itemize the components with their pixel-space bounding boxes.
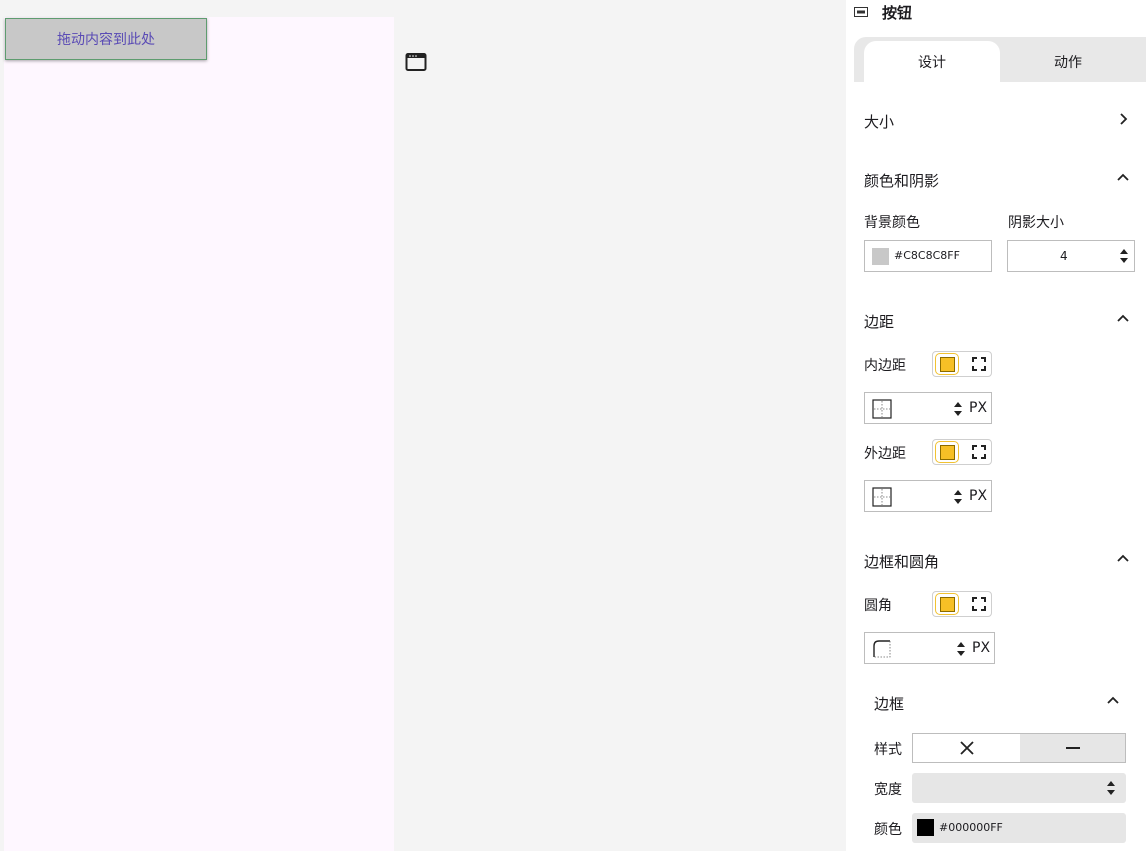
margin-unit: PX — [969, 488, 988, 504]
border-solid-option[interactable] — [1020, 734, 1126, 762]
radius-unit: PX — [972, 640, 991, 656]
stepper-icon[interactable] — [953, 487, 963, 507]
padding-input[interactable]: PX — [864, 392, 992, 424]
section-border-title[interactable]: 边框 — [874, 693, 904, 714]
close-icon — [959, 741, 974, 755]
bg-color-swatch[interactable] — [872, 248, 889, 265]
stepper-icon[interactable] — [1119, 246, 1129, 266]
tab-design[interactable]: 设计 — [864, 41, 1000, 82]
corner-radius-icon — [873, 640, 891, 658]
uniform-mode-icon[interactable] — [935, 593, 959, 615]
bg-color-label: 背景颜色 — [864, 215, 920, 231]
solid-line-icon — [1066, 747, 1080, 749]
margin-mode-toggle[interactable] — [932, 439, 992, 465]
section-color-shadow-title[interactable]: 颜色和阴影 — [864, 170, 939, 191]
border-color-swatch[interactable] — [917, 819, 934, 836]
shadow-size-label: 阴影大小 — [1008, 215, 1064, 231]
bg-color-field[interactable]: #C8C8C8FF — [864, 240, 992, 272]
window-icon[interactable] — [405, 52, 427, 72]
shadow-size-value: 4 — [1060, 249, 1068, 263]
padding-label: 内边距 — [864, 358, 906, 374]
button-widget-icon — [854, 7, 868, 17]
border-width-input[interactable] — [912, 773, 1126, 803]
margin-icon — [872, 487, 892, 507]
margin-label: 外边距 — [864, 446, 906, 462]
chevron-up-icon[interactable] — [1116, 312, 1130, 326]
chevron-up-icon[interactable] — [1116, 171, 1130, 185]
stepper-icon[interactable] — [956, 639, 966, 659]
border-color-field[interactable]: #000000FF — [912, 813, 1126, 843]
radius-label: 圆角 — [864, 598, 892, 614]
panel-title: 按钮 — [882, 3, 913, 22]
bg-color-value: #C8C8C8FF — [894, 249, 960, 262]
border-style-label: 样式 — [874, 742, 902, 758]
section-spacing-title[interactable]: 边距 — [864, 311, 894, 332]
border-style-selector[interactable] — [912, 733, 1126, 763]
chevron-right-icon[interactable] — [1116, 112, 1130, 126]
design-canvas[interactable] — [4, 17, 394, 851]
section-border-radius-title[interactable]: 边框和圆角 — [864, 551, 939, 572]
chevron-up-icon[interactable] — [1106, 694, 1120, 708]
expand-sides-icon[interactable] — [972, 357, 986, 371]
tab-action[interactable]: 动作 — [1000, 41, 1136, 82]
panel-header: 按钮 — [854, 0, 912, 24]
border-none-option[interactable] — [913, 734, 1020, 762]
padding-unit: PX — [969, 400, 988, 416]
expand-sides-icon[interactable] — [972, 597, 986, 611]
section-size-title[interactable]: 大小 — [864, 111, 894, 132]
chevron-up-icon[interactable] — [1116, 552, 1130, 566]
margin-input[interactable]: PX — [864, 480, 992, 512]
stepper-icon[interactable] — [1106, 778, 1116, 798]
padding-mode-toggle[interactable] — [932, 351, 992, 377]
border-width-label: 宽度 — [874, 782, 902, 798]
shadow-size-input[interactable]: 4 — [1007, 240, 1135, 272]
padding-icon — [872, 399, 892, 419]
border-color-label: 颜色 — [874, 822, 902, 838]
expand-sides-icon[interactable] — [972, 445, 986, 459]
border-color-value: #000000FF — [939, 821, 1003, 834]
uniform-mode-icon[interactable] — [935, 441, 959, 463]
radius-input[interactable]: PX — [864, 632, 995, 664]
radius-mode-toggle[interactable] — [932, 591, 992, 617]
properties-panel: 按钮 设计 动作 大小 颜色和阴影 背景颜色 阴影大小 #C8C8C8FF 4 … — [846, 0, 1146, 851]
uniform-mode-icon[interactable] — [935, 353, 959, 375]
drop-target-button[interactable]: 拖动内容到此处 — [5, 18, 207, 60]
tab-bar: 设计 动作 — [854, 37, 1146, 82]
stepper-icon[interactable] — [953, 399, 963, 419]
